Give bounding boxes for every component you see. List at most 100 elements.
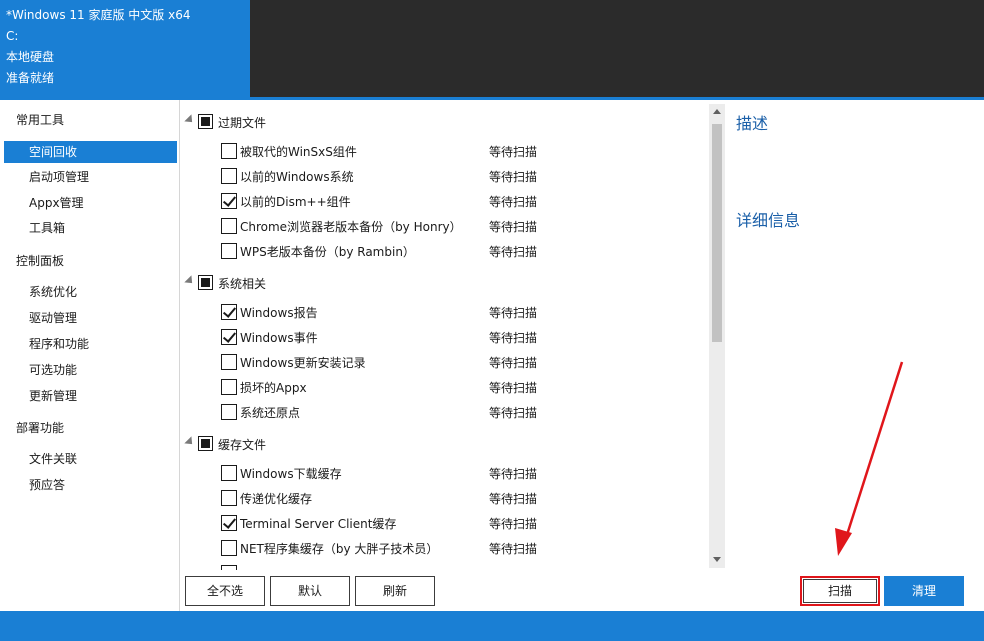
drive-letter: C: (6, 29, 19, 43)
item-checkbox[interactable] (221, 515, 237, 531)
list-item[interactable]: 以前的Windows系统 等待扫描 (181, 165, 709, 187)
item-name: 被取代的WinSxS组件 (240, 145, 357, 159)
status-text: 准备就绪 (6, 71, 55, 85)
item-checkbox[interactable] (221, 379, 237, 395)
item-status: 等待扫描 (489, 220, 538, 234)
list-item[interactable]: 系统还原点 等待扫描 (181, 401, 709, 423)
default-button[interactable]: 默认 (270, 576, 350, 606)
item-status: 等待扫描 (489, 170, 538, 184)
item-checkbox[interactable] (221, 218, 237, 234)
list-item[interactable]: WPS老版本备份（by Rambin） 等待扫描 (181, 240, 709, 262)
list-item[interactable]: 损坏的Appx 等待扫描 (181, 376, 709, 398)
details-heading: 详细信息 (736, 211, 801, 230)
list-item[interactable]: Chrome浏览器老版本备份（by Honry） 等待扫描 (181, 215, 709, 237)
list-item[interactable]: Terminal Server Client缓存 等待扫描 (181, 512, 709, 534)
sidebar-item-programs-features[interactable]: 程序和功能 (4, 333, 177, 355)
item-name: 以前的Windows系统 (240, 170, 354, 184)
list-item[interactable]: 以前的Dism++组件 等待扫描 (181, 190, 709, 212)
sidebar-item-space-reclaim[interactable]: 空间回收 (4, 141, 177, 163)
category-checkbox-partial[interactable] (198, 114, 213, 129)
scroll-down-arrow-icon[interactable] (709, 552, 725, 568)
tree-scrollbar[interactable] (709, 104, 725, 568)
item-name: Windows下载缓存 (240, 467, 342, 481)
item-status: 等待扫描 (489, 245, 538, 259)
sidebar-item-startup-manager[interactable]: 启动项管理 (4, 166, 177, 188)
item-name: Chrome浏览器老版本备份（by Honry） (240, 220, 462, 234)
item-status: 等待扫描 (489, 306, 538, 320)
item-status: 等待扫描 (489, 406, 538, 420)
sidebar-group-control-panel: 控制面板 (16, 254, 65, 268)
select-none-button[interactable]: 全不选 (185, 576, 265, 606)
list-item[interactable]: NET程序集缓存（by 大胖子技术员） 等待扫描 (181, 537, 709, 559)
item-name: Windows事件 (240, 331, 318, 345)
disk-label: 本地硬盘 (6, 50, 55, 64)
sidebar-item-driver-manager[interactable]: 驱动管理 (4, 307, 177, 329)
collapse-arrow-icon[interactable] (184, 114, 196, 126)
refresh-button[interactable]: 刷新 (355, 576, 435, 606)
scroll-up-arrow-icon[interactable] (709, 104, 725, 120)
annotation-arrow-head (835, 528, 852, 556)
item-checkbox[interactable] (221, 490, 237, 506)
category-checkbox-partial[interactable] (198, 436, 213, 451)
category-label: 缓存文件 (218, 438, 267, 452)
header-dark-area (250, 0, 984, 99)
item-checkbox[interactable] (221, 565, 237, 570)
header-info-panel: *Windows 11 家庭版 中文版 x64 C: 本地硬盘 准备就绪 (0, 0, 250, 99)
item-checkbox[interactable] (221, 168, 237, 184)
item-status: 等待扫描 (489, 517, 538, 531)
item-name: 传递优化缓存 (240, 492, 313, 506)
sidebar-group-deploy: 部署功能 (16, 421, 65, 435)
list-item[interactable]: Windows事件 等待扫描 (181, 326, 709, 348)
category-checkbox-partial[interactable] (198, 275, 213, 290)
status-bar (0, 611, 984, 641)
annotation-arrow-shaft (844, 361, 904, 539)
system-name: *Windows 11 家庭版 中文版 x64 (6, 8, 191, 22)
scroll-thumb[interactable] (712, 124, 722, 342)
item-checkbox[interactable] (221, 329, 237, 345)
sidebar-item-appx-manager[interactable]: Appx管理 (4, 192, 177, 214)
collapse-arrow-icon[interactable] (184, 436, 196, 448)
list-item[interactable]: 传递优化缓存 等待扫描 (181, 487, 709, 509)
item-status: 等待扫描 (489, 542, 538, 556)
list-item[interactable]: Windows报告 等待扫描 (181, 301, 709, 323)
item-status: 等待扫描 (489, 492, 538, 506)
item-status: 等待扫描 (489, 467, 538, 481)
item-checkbox[interactable] (221, 304, 237, 320)
item-name: 以前的Dism++组件 (240, 195, 351, 209)
item-status: 等待扫描 (489, 145, 538, 159)
collapse-arrow-icon[interactable] (184, 275, 196, 287)
item-name: 系统还原点 (240, 406, 301, 420)
cleanup-tree: 过期文件 被取代的WinSxS组件 等待扫描 以前的Windows系统 等待扫描… (181, 100, 709, 570)
item-status: 等待扫描 (489, 356, 538, 370)
description-heading: 描述 (736, 114, 769, 133)
item-checkbox[interactable] (221, 193, 237, 209)
scan-button[interactable]: 扫描 (800, 576, 880, 606)
item-checkbox[interactable] (221, 143, 237, 159)
item-status: 等待扫描 (489, 195, 538, 209)
item-checkbox[interactable] (221, 354, 237, 370)
sidebar-item-toolbox[interactable]: 工具箱 (4, 217, 177, 239)
item-status: 等待扫描 (489, 331, 538, 345)
list-item[interactable]: Windows更新安装记录 等待扫描 (181, 351, 709, 373)
list-item-partial[interactable] (181, 562, 709, 570)
item-checkbox[interactable] (221, 465, 237, 481)
sidebar-item-system-optimize[interactable]: 系统优化 (4, 281, 177, 303)
item-status: 等待扫描 (489, 381, 538, 395)
item-name: Windows更新安装记录 (240, 356, 366, 370)
item-name: WPS老版本备份（by Rambin） (240, 245, 415, 259)
list-item[interactable]: Windows下载缓存 等待扫描 (181, 462, 709, 484)
item-checkbox[interactable] (221, 243, 237, 259)
item-name: Terminal Server Client缓存 (240, 517, 397, 531)
item-checkbox[interactable] (221, 404, 237, 420)
category-label: 系统相关 (218, 277, 267, 291)
sidebar-item-update-manager[interactable]: 更新管理 (4, 385, 177, 407)
clean-button[interactable]: 清理 (884, 576, 964, 606)
item-name: 损坏的Appx (240, 381, 307, 395)
category-label: 过期文件 (218, 116, 267, 130)
sidebar-group-common-tools: 常用工具 (16, 113, 65, 127)
sidebar-item-file-association[interactable]: 文件关联 (4, 448, 177, 470)
sidebar-item-pre-answer[interactable]: 预应答 (4, 474, 177, 496)
item-checkbox[interactable] (221, 540, 237, 556)
list-item[interactable]: 被取代的WinSxS组件 等待扫描 (181, 140, 709, 162)
sidebar-item-optional-features[interactable]: 可选功能 (4, 359, 177, 381)
